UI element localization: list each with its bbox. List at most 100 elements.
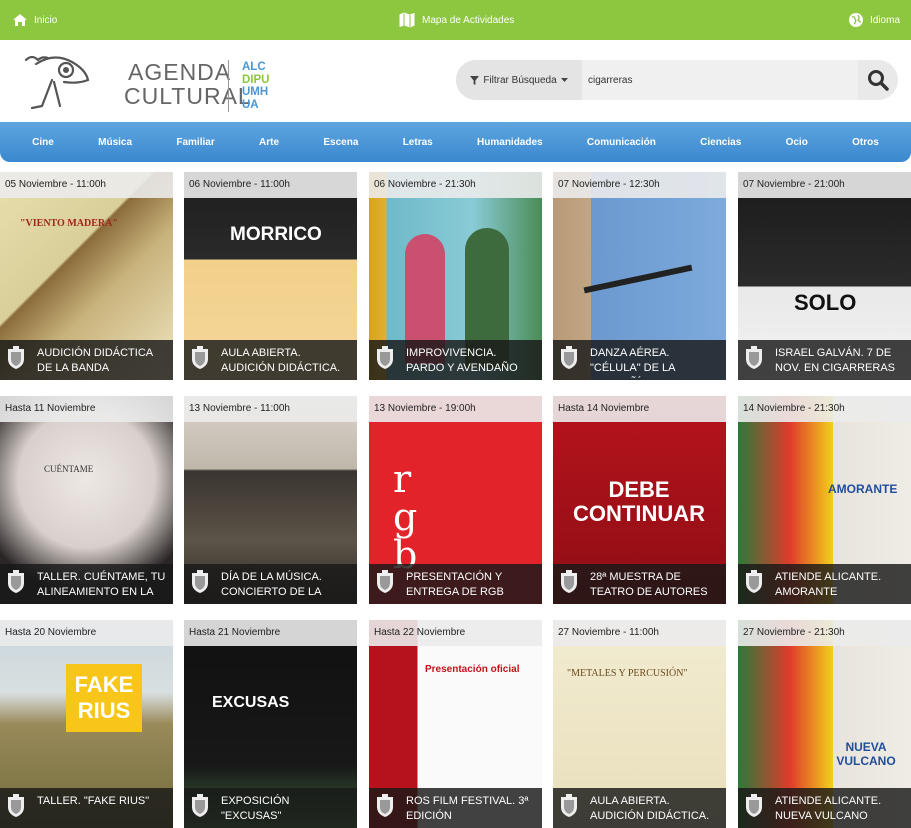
crest-icon (192, 570, 208, 593)
filter-dropdown[interactable]: Filtrar Búsqueda (456, 60, 582, 100)
event-footer: PRESENTACIÓN Y ENTREGA DE RGB (369, 564, 542, 604)
nav-ocio[interactable]: Ocio (786, 137, 808, 148)
nav-comunicacion[interactable]: Comunicación (587, 137, 656, 148)
event-date: Hasta 14 Noviembre (553, 396, 726, 422)
event-image-text: EXCUSAS (212, 694, 290, 711)
event-date: 07 Noviembre - 12:30h (553, 172, 726, 198)
event-date: 06 Noviembre - 11:00h (184, 172, 357, 198)
crest-icon (746, 570, 762, 593)
crest-icon (561, 346, 577, 369)
event-image-text: MORRICO (230, 224, 322, 245)
event-card[interactable]: EXCUSAS Hasta 21 Noviembre EXPOSICIÓN "E… (184, 620, 357, 828)
map-link[interactable]: Mapa de Actividades (398, 0, 514, 40)
agenda-cultural-logo[interactable]: AGENDA CULTURAL ALC DIPU UMH UA (24, 50, 284, 114)
event-card[interactable]: Presentación oficial Hasta 22 Noviembre … (369, 620, 542, 828)
event-image-text: "METALES Y PERCUSIÓN" (567, 668, 688, 679)
category-nav: Cine Música Familiar Arte Escena Letras … (0, 122, 911, 162)
event-image-text: AMORANTE (828, 482, 898, 496)
logo-line1: AGENDA (128, 59, 232, 85)
nav-arte[interactable]: Arte (259, 137, 279, 148)
nav-escena[interactable]: Escena (323, 137, 358, 148)
event-card[interactable]: MORRICO 06 Noviembre - 11:00h AULA ABIER… (184, 172, 357, 380)
crest-icon (561, 794, 577, 817)
top-bar: Inicio Mapa de Actividades Idioma (0, 0, 911, 40)
event-footer: TALLER. "FAKE RIUS" (0, 788, 173, 828)
event-image-text: Presentación oficial (425, 664, 520, 675)
event-footer: ATIENDE ALICANTE. AMORANTE (738, 564, 911, 604)
nav-cine[interactable]: Cine (32, 137, 54, 148)
event-date: 27 Noviembre - 11:00h (553, 620, 726, 646)
event-footer: DÍA DE LA MÚSICA. CONCIERTO DE LA (184, 564, 357, 604)
filter-label: Filtrar Búsqueda (483, 74, 557, 86)
event-date: Hasta 20 Noviembre (0, 620, 173, 646)
search-icon (868, 70, 889, 91)
event-image-text: rgb (393, 457, 418, 577)
event-title: ROS FILM FESTIVAL. 3ª EDICIÓN (406, 795, 529, 822)
event-footer: ISRAEL GALVÁN. 7 DE NOV. EN CIGARRERAS (738, 340, 911, 380)
home-link[interactable]: Inicio (12, 0, 57, 40)
event-title: ATIENDE ALICANTE. AMORANTE (775, 571, 882, 598)
event-card[interactable]: 06 Noviembre - 21:30h IMPROVIVENCIA. PAR… (369, 172, 542, 380)
event-title: AULA ABIERTA. AUDICIÓN DIDÁCTICA. (221, 347, 341, 374)
nav-ciencias[interactable]: Ciencias (700, 137, 741, 148)
event-footer: EXPOSICIÓN "EXCUSAS" (184, 788, 357, 828)
event-title: AUDICIÓN DIDÁCTICA DE LA BANDA (37, 347, 153, 374)
nav-humanidades[interactable]: Humanidades (477, 137, 543, 148)
crest-icon (561, 570, 577, 593)
event-card[interactable]: 13 Noviembre - 11:00h DÍA DE LA MÚSICA. … (184, 396, 357, 604)
event-card[interactable]: "VIENTO MADERA" 05 Noviembre - 11:00h AU… (0, 172, 173, 380)
event-date: Hasta 11 Noviembre (0, 396, 173, 422)
crest-icon (746, 346, 762, 369)
map-label: Mapa de Actividades (422, 14, 515, 26)
nav-musica[interactable]: Música (98, 137, 132, 148)
event-title: AULA ABIERTA. AUDICIÓN DIDÁCTICA. (590, 795, 710, 822)
event-footer: IMPROVIVENCIA. PARDO Y AVENDAÑO (369, 340, 542, 380)
event-title: EXPOSICIÓN "EXCUSAS" (221, 795, 290, 822)
event-footer: AULA ABIERTA. AUDICIÓN DIDÁCTICA. (184, 340, 357, 380)
event-date: 14 Noviembre - 21:30h (738, 396, 911, 422)
globe-icon (849, 13, 863, 27)
language-link[interactable]: Idioma (848, 0, 900, 40)
event-card[interactable]: SOLO 07 Noviembre - 21:00h ISRAEL GALVÁN… (738, 172, 911, 380)
event-date: 13 Noviembre - 11:00h (184, 396, 357, 422)
crest-icon (377, 794, 393, 817)
event-card[interactable]: AMORANTE 14 Noviembre - 21:30h ATIENDE A… (738, 396, 911, 604)
event-title: DÍA DE LA MÚSICA. CONCIERTO DE LA (221, 571, 322, 598)
event-title: TALLER. CUÉNTAME, TU ALINEAMIENTO EN LA (37, 571, 166, 598)
event-footer: ROS FILM FESTIVAL. 3ª EDICIÓN (369, 788, 542, 828)
event-title: TALLER. "FAKE RIUS" (37, 795, 150, 807)
event-image-text: "VIENTO MADERA" (20, 218, 118, 229)
logo-partner-alc: ALC (242, 61, 266, 73)
event-card[interactable]: 07 Noviembre - 12:30h DANZA AÉREA. "CÉLU… (553, 172, 726, 380)
search-input[interactable] (582, 60, 858, 100)
event-card[interactable]: CUÉNTAME Hasta 11 Noviembre TALLER. CUÉN… (0, 396, 173, 604)
event-image-text: CUÉNTAME (44, 464, 94, 474)
logo-line2: CULTURAL (124, 83, 252, 109)
nav-familiar[interactable]: Familiar (176, 137, 214, 148)
event-date: 27 Noviembre - 21:30h (738, 620, 911, 646)
event-date: 13 Noviembre - 19:00h (369, 396, 542, 422)
logo-text: AGENDA CULTURAL (124, 60, 252, 108)
nav-letras[interactable]: Letras (403, 137, 433, 148)
language-label: Idioma (870, 14, 901, 26)
crest-icon (377, 346, 393, 369)
search-button[interactable] (858, 60, 898, 100)
crest-icon (192, 794, 208, 817)
nav-otros[interactable]: Otros (852, 137, 879, 148)
event-footer: AUDICIÓN DIDÁCTICA DE LA BANDA (0, 340, 173, 380)
crest-icon (377, 570, 393, 593)
event-date: 07 Noviembre - 21:00h (738, 172, 911, 198)
event-card[interactable]: NUEVA VULCANO 27 Noviembre - 21:30h ATIE… (738, 620, 911, 828)
event-card[interactable]: DEBE CONTINUAR Hasta 14 Noviembre 28ª MU… (553, 396, 726, 604)
filter-icon (470, 75, 480, 85)
event-date: 05 Noviembre - 11:00h (0, 172, 173, 198)
home-label: Inicio (34, 14, 58, 26)
crest-icon (8, 570, 24, 593)
event-card[interactable]: "METALES Y PERCUSIÓN" 27 Noviembre - 11:… (553, 620, 726, 828)
event-card[interactable]: FAKE RIUS Hasta 20 Noviembre TALLER. "FA… (0, 620, 173, 828)
event-image-figure (583, 264, 693, 294)
event-title: PRESENTACIÓN Y ENTREGA DE RGB (406, 571, 504, 598)
event-card[interactable]: rgb 13 Noviembre - 19:00h PRESENTACIÓN Y… (369, 396, 542, 604)
logo-partner-umh: UMH (242, 86, 269, 98)
crest-icon (8, 794, 24, 817)
